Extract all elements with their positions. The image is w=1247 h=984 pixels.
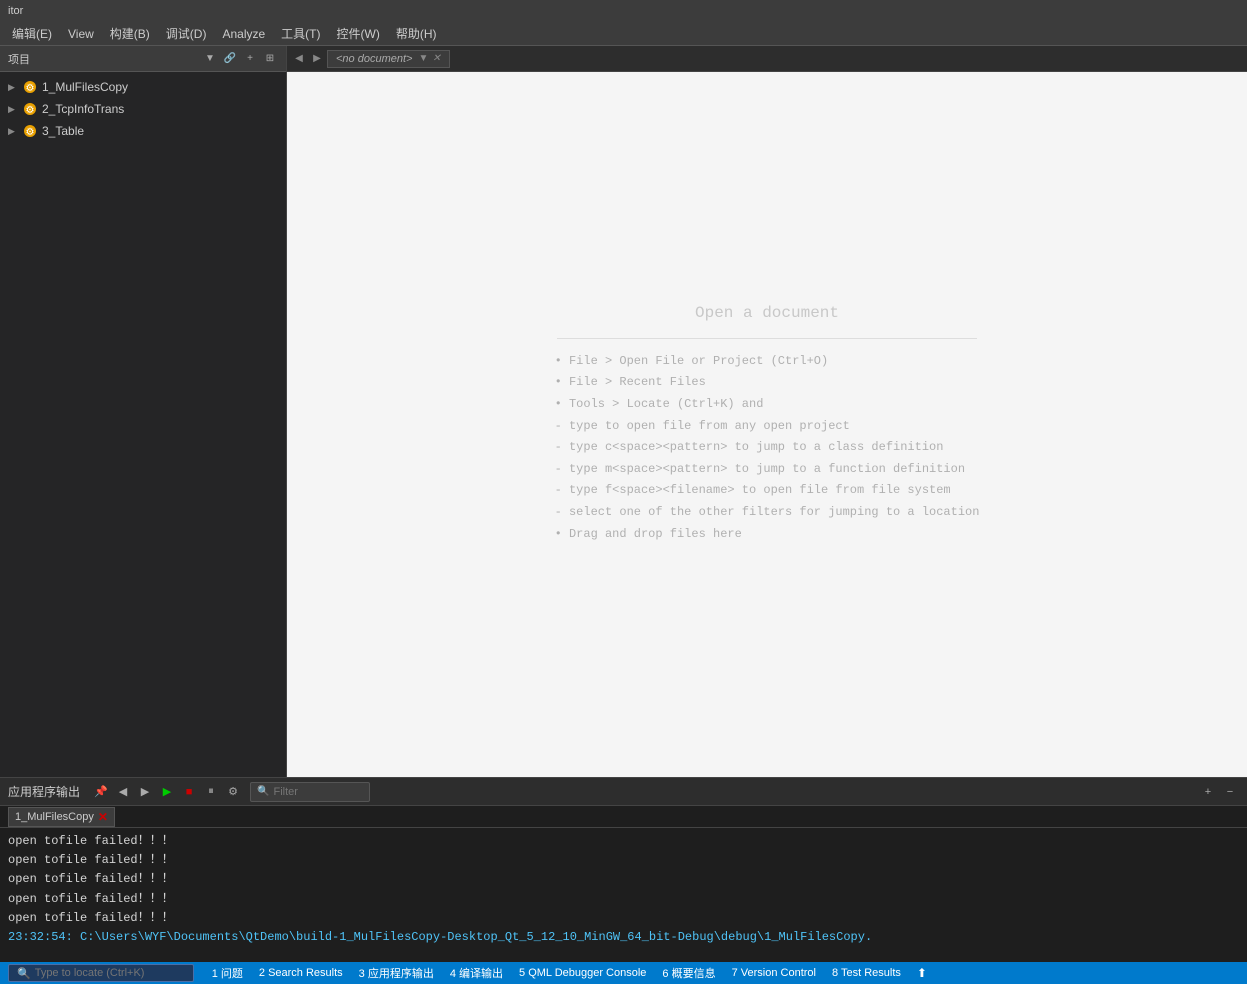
menu-tools[interactable]: 工具(T) bbox=[273, 23, 328, 44]
sidebar-tree: ▶ ⚙ 1_MulFilesCopy ▶ ⚙ 2_TcpInfo bbox=[0, 72, 286, 777]
title-text: itor bbox=[8, 5, 23, 17]
sidebar: 项目 ▼ 🔗 + ⊞ ▶ ⚙ 1_MulFilesCopy ▶ bbox=[0, 46, 287, 777]
hint-line-6: - type f<space><filename> to open file f… bbox=[555, 480, 980, 502]
editor-content: Open a document • File > Open File or Pr… bbox=[287, 72, 1247, 777]
output-filter-box[interactable]: 🔍 bbox=[250, 782, 370, 802]
open-doc-title: Open a document bbox=[695, 304, 839, 322]
status-item-0[interactable]: 1 问题 bbox=[204, 962, 251, 984]
output-stop-btn[interactable]: ■ bbox=[180, 783, 198, 801]
output-line-2: open tofile failed！！！ bbox=[8, 870, 1239, 889]
output-tab-close-icon[interactable]: ✕ bbox=[98, 810, 108, 824]
link-icon[interactable]: 🔗 bbox=[222, 51, 238, 67]
hint-line-5: - type m<space><pattern> to jump to a fu… bbox=[555, 459, 980, 481]
gear-icon-1: ⚙ bbox=[22, 79, 38, 95]
output-zoom-out-btn[interactable]: − bbox=[1221, 783, 1239, 801]
status-item-2[interactable]: 3 应用程序输出 bbox=[351, 962, 442, 984]
hint-line-2: • Tools > Locate (Ctrl+K) and bbox=[555, 394, 980, 416]
filter-search-icon: 🔍 bbox=[257, 786, 269, 797]
output-zoom-in-btn[interactable]: + bbox=[1199, 783, 1217, 801]
sidebar-header: 项目 ▼ 🔗 + ⊞ bbox=[0, 46, 286, 72]
gear-icon-2: ⚙ bbox=[22, 101, 38, 117]
status-search-box[interactable]: 🔍 bbox=[8, 964, 194, 982]
output-tab-label: 1_MulFilesCopy bbox=[15, 811, 94, 823]
add-icon[interactable]: + bbox=[242, 51, 258, 67]
tab-dropdown-icon[interactable]: ▼ bbox=[418, 53, 428, 64]
menu-bar: 编辑(E) View 构建(B) 调试(D) Analyze 工具(T) 控件(… bbox=[0, 22, 1247, 46]
output-zoom-controls: + − bbox=[1199, 783, 1239, 801]
output-line-4: open tofile failed！！！ bbox=[8, 909, 1239, 928]
menu-view[interactable]: View bbox=[60, 25, 102, 43]
menu-controls[interactable]: 控件(W) bbox=[329, 23, 388, 44]
split-icon[interactable]: ⊞ bbox=[262, 51, 278, 67]
output-content: open tofile failed！！！ open tofile failed… bbox=[0, 828, 1247, 962]
status-item-1[interactable]: 2 Search Results bbox=[251, 962, 351, 984]
menu-build[interactable]: 构建(B) bbox=[102, 23, 158, 44]
tab-nav-next[interactable]: ▶ bbox=[309, 51, 325, 67]
menu-edit[interactable]: 编辑(E) bbox=[4, 23, 60, 44]
output-active-tab[interactable]: 1_MulFilesCopy ✕ bbox=[8, 807, 115, 827]
output-panel: 应用程序输出 📌 ◀ ▶ ▶ ■ ⏸ ⚙ 🔍 + − 1_MulFilesCop… bbox=[0, 777, 1247, 962]
status-bar: 🔍 1 问题 2 Search Results 3 应用程序输出 4 编译输出 … bbox=[0, 962, 1247, 984]
output-settings-btn[interactable]: ⚙ bbox=[224, 783, 242, 801]
main-container: 项目 ▼ 🔗 + ⊞ ▶ ⚙ 1_MulFilesCopy ▶ bbox=[0, 46, 1247, 777]
svg-text:⚙: ⚙ bbox=[26, 127, 35, 138]
output-title: 应用程序输出 bbox=[8, 783, 80, 800]
editor-tab-bar: ◀ ▶ <no document> ▼ ✕ bbox=[287, 46, 1247, 72]
sidebar-item-tcpinfotrans[interactable]: ▶ ⚙ 2_TcpInfoTrans bbox=[0, 98, 286, 120]
output-next-btn[interactable]: ▶ bbox=[136, 783, 154, 801]
sidebar-item-table[interactable]: ▶ ⚙ 3_Table bbox=[0, 120, 286, 142]
svg-text:⚙: ⚙ bbox=[26, 105, 35, 116]
menu-help[interactable]: 帮助(H) bbox=[388, 23, 445, 44]
hint-line-3: - type to open file from any open projec… bbox=[555, 416, 980, 438]
tab-nav-prev[interactable]: ◀ bbox=[291, 51, 307, 67]
sidebar-item-mulfilescopy[interactable]: ▶ ⚙ 1_MulFilesCopy bbox=[0, 76, 286, 98]
status-item-arrow[interactable]: ⬆ bbox=[909, 962, 935, 984]
menu-analyze[interactable]: Analyze bbox=[214, 25, 273, 43]
output-line-1: open tofile failed！！！ bbox=[8, 851, 1239, 870]
sidebar-title: 项目 bbox=[8, 51, 202, 67]
editor-area: ◀ ▶ <no document> ▼ ✕ Open a document • … bbox=[287, 46, 1247, 777]
svg-text:⚙: ⚙ bbox=[26, 83, 35, 94]
sidebar-item-label-1: 1_MulFilesCopy bbox=[42, 80, 128, 94]
title-bar: itor bbox=[0, 0, 1247, 22]
hint-line-4: - type c<space><pattern> to jump to a cl… bbox=[555, 437, 980, 459]
hint-line-7: - select one of the other filters for ju… bbox=[555, 502, 980, 524]
hint-line-0: • File > Open File or Project (Ctrl+O) bbox=[555, 351, 980, 373]
editor-tab[interactable]: <no document> ▼ ✕ bbox=[327, 50, 450, 68]
sidebar-item-label-2: 2_TcpInfoTrans bbox=[42, 102, 124, 116]
tab-label-text: <no document> bbox=[336, 53, 412, 65]
output-prev-btn[interactable]: ◀ bbox=[114, 783, 132, 801]
output-line-path: 23:32:54: C:\Users\WYF\Documents\QtDemo\… bbox=[8, 928, 1239, 947]
sidebar-header-icons: ▼ 🔗 + ⊞ bbox=[202, 51, 278, 67]
status-item-3[interactable]: 4 编译输出 bbox=[442, 962, 511, 984]
output-line-0: open tofile failed！！！ bbox=[8, 832, 1239, 851]
status-item-4[interactable]: 5 QML Debugger Console bbox=[511, 962, 654, 984]
status-search-input[interactable] bbox=[35, 967, 185, 979]
output-filter-input[interactable] bbox=[273, 786, 363, 798]
expand-arrow-3: ▶ bbox=[8, 126, 20, 137]
filter-icon[interactable]: ▼ bbox=[202, 51, 218, 67]
output-line-3: open tofile failed！！！ bbox=[8, 890, 1239, 909]
hint-line-1: • File > Recent Files bbox=[555, 372, 980, 394]
output-toolbar: 应用程序输出 📌 ◀ ▶ ▶ ■ ⏸ ⚙ 🔍 + − bbox=[0, 778, 1247, 806]
output-run-btn[interactable]: ▶ bbox=[158, 783, 176, 801]
output-pin-btn[interactable]: 📌 bbox=[92, 783, 110, 801]
menu-debug[interactable]: 调试(D) bbox=[158, 23, 215, 44]
status-items: 1 问题 2 Search Results 3 应用程序输出 4 编译输出 5 … bbox=[204, 962, 935, 984]
open-doc-divider bbox=[557, 338, 977, 339]
output-pause-btn[interactable]: ⏸ bbox=[202, 783, 220, 801]
status-item-6[interactable]: 7 Version Control bbox=[724, 962, 824, 984]
status-item-5[interactable]: 6 概要信息 bbox=[654, 962, 723, 984]
open-doc-hints: • File > Open File or Project (Ctrl+O) •… bbox=[555, 351, 980, 545]
expand-arrow-1: ▶ bbox=[8, 82, 20, 93]
hint-line-8: • Drag and drop files here bbox=[555, 524, 980, 546]
status-item-7[interactable]: 8 Test Results bbox=[824, 962, 909, 984]
sidebar-item-label-3: 3_Table bbox=[42, 124, 84, 138]
expand-arrow-2: ▶ bbox=[8, 104, 20, 115]
status-search-icon: 🔍 bbox=[17, 967, 31, 980]
tab-close-icon[interactable]: ✕ bbox=[432, 53, 440, 64]
gear-icon-3: ⚙ bbox=[22, 123, 38, 139]
